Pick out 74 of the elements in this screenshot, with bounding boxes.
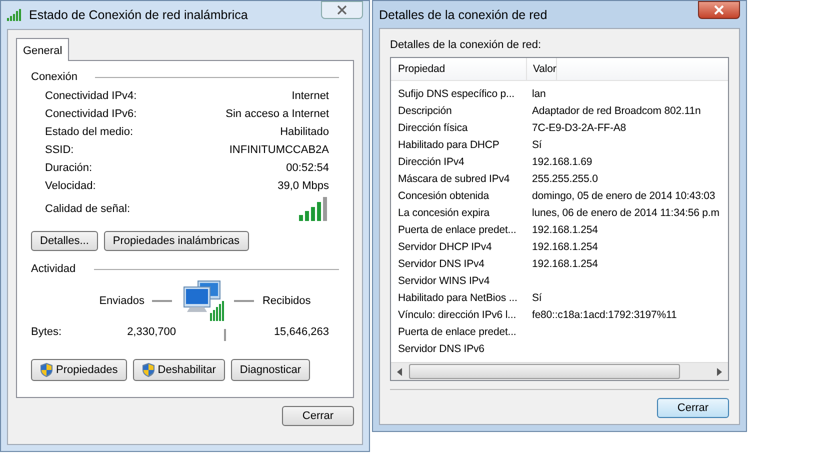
- property-cell-text: Servidor DNS IPv6: [397, 342, 486, 354]
- window-title: Estado de Conexión de red inalámbrica: [29, 8, 249, 22]
- dialog-button[interactable]: Propiedades inalámbricas: [104, 231, 248, 251]
- dialog-button[interactable]: Detalles...: [31, 231, 98, 251]
- property-cell-text: Habilitado para DHCP: [397, 138, 500, 150]
- property-cell-text: Vínculo: dirección IPv6 l...: [397, 308, 518, 320]
- list-caption: Detalles de la conexión de red:: [390, 39, 542, 51]
- tab[interactable]: General: [16, 38, 70, 61]
- group-heading: Conexión: [31, 71, 78, 83]
- window-title: Detalles de la conexión de red: [379, 8, 548, 22]
- close-dialog-button[interactable]: Cerrar: [657, 398, 729, 418]
- scroll-left-icon[interactable]: [397, 368, 403, 376]
- value-cell-text: domingo, 05 de enero de 2014 10:43:03: [531, 190, 716, 202]
- value-cell-text: 192.168.1.254: [531, 258, 598, 270]
- property-cell-text: Concesión obtenida: [397, 190, 490, 202]
- field-label: Conectividad IPv6:: [45, 108, 137, 120]
- property-cell-text: La concesión expira: [397, 206, 491, 218]
- property-cell-text: Dirección IPv4: [397, 156, 466, 168]
- dialog-button[interactable]: Diagnosticar: [230, 359, 310, 381]
- property-cell-text: Puerta de enlace predet...: [397, 326, 518, 338]
- close-icon: [337, 5, 347, 15]
- value-cell-text: 7C-E9-D3-2A-FF-A8: [531, 122, 626, 134]
- shield-icon: [40, 363, 53, 377]
- property-cell-text: Habilitado para NetBios ...: [397, 292, 518, 304]
- signal-bars-icon: [299, 197, 329, 221]
- close-dialog-button[interactable]: Cerrar: [282, 406, 354, 426]
- value-cell-text: Adaptador de red Broadcom 802.11n: [531, 104, 701, 116]
- field-label: SSID:: [45, 144, 74, 156]
- value-cell-text: 192.168.1.254: [531, 240, 598, 252]
- property-cell-text: Servidor WINS IPv4: [397, 274, 491, 286]
- signal-strength-icon: [7, 9, 23, 21]
- value-cell-text: 192.168.1.254: [531, 224, 598, 236]
- field-label: Velocidad:: [45, 180, 96, 192]
- value-cell-text: Sí: [531, 138, 542, 150]
- field-value: Internet: [292, 90, 329, 102]
- column-header[interactable]: Valor: [527, 58, 558, 80]
- column-header[interactable]: Propiedad: [391, 58, 527, 80]
- close-button[interactable]: [321, 1, 363, 19]
- group-heading: Actividad: [31, 263, 76, 275]
- property-cell-text: Puerta de enlace predet...: [397, 224, 518, 236]
- property-cell-text: Máscara de subred IPv4: [397, 172, 511, 184]
- value-cell-text: Sí: [531, 292, 542, 304]
- field-value: 00:52:54: [286, 162, 329, 174]
- received-bytes: 15,646,263: [272, 326, 329, 338]
- value-cell-text: lan: [531, 88, 546, 100]
- property-cell-text: Dirección física: [397, 122, 469, 134]
- value-cell-text: fe80::c18a:1acd:1792:3197%11: [531, 308, 677, 320]
- sent-bytes: 2,330,700: [126, 326, 176, 338]
- shield-icon: [142, 363, 155, 377]
- property-cell-text: Sufijo DNS específico p...: [397, 88, 516, 100]
- value-cell-text: 255.255.255.0: [531, 172, 598, 184]
- field-value: INFINITUMCCAB2A: [229, 144, 329, 156]
- field-label: Bytes:: [31, 326, 63, 338]
- dialog-button[interactable]: Deshabilitar: [132, 359, 225, 381]
- field-value: Habilitado: [280, 126, 329, 138]
- field-label: Estado del medio:: [45, 126, 134, 138]
- scrollbar-thumb[interactable]: [409, 364, 680, 379]
- sent-label: Enviados: [99, 295, 144, 307]
- property-cell-text: Servidor DNS IPv4: [397, 258, 486, 270]
- property-cell-text: Descripción: [397, 104, 453, 116]
- field-label: Conectividad IPv4:: [45, 90, 137, 102]
- property-cell-text: Servidor DHCP IPv4: [397, 240, 493, 252]
- field-label: Calidad de señal:: [45, 203, 130, 215]
- received-label: Recibidos: [262, 295, 311, 307]
- scroll-right-icon[interactable]: [716, 368, 722, 376]
- dialog-button[interactable]: Propiedades: [31, 359, 127, 381]
- close-icon: [714, 5, 724, 15]
- field-value: 39,0 Mbps: [278, 180, 329, 192]
- close-button[interactable]: [698, 1, 740, 19]
- horizontal-scrollbar[interactable]: [391, 362, 728, 380]
- value-cell-text: 192.168.1.69: [531, 156, 592, 168]
- value-cell-text: lunes, 06 de enero de 2014 11:34:56 p.m: [531, 206, 720, 218]
- field-label: Duración:: [45, 162, 92, 174]
- field-value: Sin acceso a Internet: [226, 108, 329, 120]
